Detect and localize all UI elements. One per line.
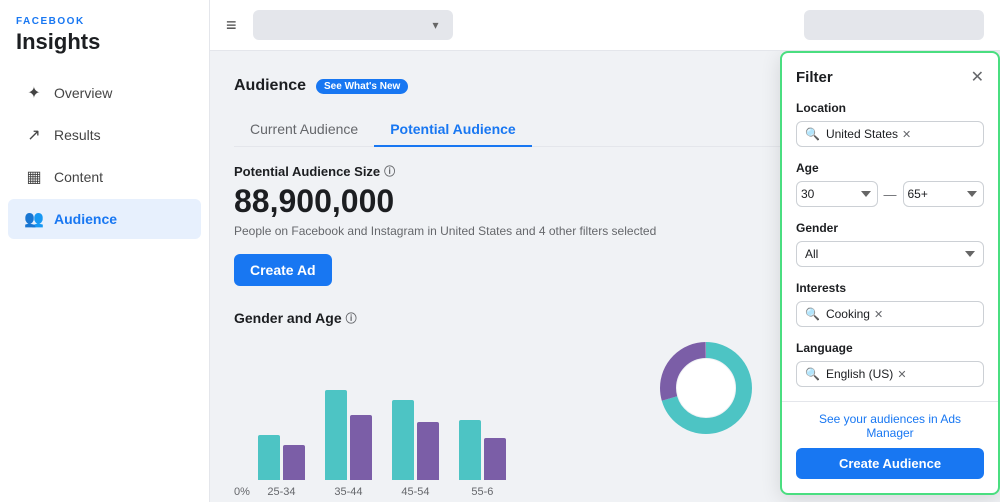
location-tag: United States ✕ [826, 127, 911, 141]
bar-group-35-44: 35-44 [325, 390, 372, 498]
bar-men-35-44 [350, 415, 372, 480]
sidebar-item-label: Results [54, 127, 101, 143]
main-area: ≡ ▾ Audience See What's New ⚙ Filter [210, 0, 1000, 502]
filter-age-row: 30 18253540 — 65+ 2434445464 [796, 181, 984, 207]
filter-location-section: Location 🔍 United States ✕ [796, 101, 984, 147]
filter-footer: See your audiences in Ads Manager Create… [782, 401, 998, 479]
filter-gender-section: Gender All Men Women [796, 221, 984, 267]
bar-label-45-54: 45-54 [401, 486, 429, 498]
age-to-select[interactable]: 65+ 2434445464 [903, 181, 985, 207]
tab-current-audience[interactable]: Current Audience [234, 113, 374, 147]
filter-close-button[interactable]: ✕ [971, 67, 984, 87]
donut-chart [656, 338, 756, 441]
search-icon: 🔍 [805, 127, 820, 141]
info-icon: ⓘ [384, 163, 395, 179]
language-search-icon: 🔍 [805, 367, 820, 381]
bar-women-25-34 [258, 435, 280, 480]
interests-tag: Cooking ✕ [826, 307, 883, 321]
bar-men-25-34 [283, 445, 305, 480]
filter-panel: Filter ✕ Location 🔍 United States ✕ Age [780, 51, 1000, 495]
content-icon: ▦ [24, 167, 44, 187]
interests-value: Cooking [826, 307, 870, 321]
overview-icon: ✦ [24, 83, 44, 103]
topbar: ≡ ▾ [210, 0, 1000, 51]
bar-groups: 25-34 35-44 45-54 [258, 390, 506, 498]
location-value: United States [826, 127, 898, 141]
location-remove-button[interactable]: ✕ [902, 128, 911, 141]
create-ad-button[interactable]: Create Ad [234, 254, 332, 286]
filter-language-section: Language 🔍 English (US) ✕ [796, 341, 984, 387]
content-area: Audience See What's New ⚙ Filter ⬇ Expor… [210, 51, 1000, 502]
brand-name: FACEBOOK [16, 16, 193, 27]
age-dash: — [884, 187, 897, 202]
interests-search-icon: 🔍 [805, 307, 820, 321]
bar-men-55-6 [484, 438, 506, 480]
audience-heading: Audience [234, 77, 306, 95]
filter-gender-label: Gender [796, 221, 984, 235]
filter-language-input[interactable]: 🔍 English (US) ✕ [796, 361, 984, 387]
bar-men-45-54 [417, 422, 439, 480]
topbar-select-wrapper: ▾ [253, 10, 439, 40]
audience-title-group: Audience See What's New [234, 77, 408, 95]
sidebar-item-overview[interactable]: ✦ Overview [8, 73, 201, 113]
interests-remove-button[interactable]: ✕ [874, 308, 883, 321]
filter-interests-section: Interests 🔍 Cooking ✕ [796, 281, 984, 327]
tab-potential-audience[interactable]: Potential Audience [374, 113, 532, 147]
sidebar-item-label: Audience [54, 211, 117, 227]
bar-label-25-34: 25-34 [267, 486, 295, 498]
language-tag: English (US) ✕ [826, 367, 907, 381]
filter-interests-label: Interests [796, 281, 984, 295]
sidebar-item-content[interactable]: ▦ Content [8, 157, 201, 197]
filter-header: Filter ✕ [796, 67, 984, 87]
date-range-selector[interactable] [804, 10, 984, 40]
sidebar-nav: ✦ Overview ↗ Results ▦ Content 👥 Audienc… [0, 71, 209, 502]
bar-label-35-44: 35-44 [334, 486, 362, 498]
filter-age-label: Age [796, 161, 984, 175]
create-audience-button[interactable]: Create Audience [796, 448, 984, 479]
sidebar-item-label: Content [54, 169, 103, 185]
language-value: English (US) [826, 367, 893, 381]
audience-icon: 👥 [24, 209, 44, 229]
sidebar-item-results[interactable]: ↗ Results [8, 115, 201, 155]
sidebar-item-label: Overview [54, 85, 112, 101]
gender-select[interactable]: All Men Women [796, 241, 984, 267]
filter-title: Filter [796, 69, 833, 86]
bar-group-55-6: 55-6 [459, 420, 506, 498]
sidebar-brand: FACEBOOK Insights [0, 0, 209, 59]
filter-location-label: Location [796, 101, 984, 115]
filter-language-label: Language [796, 341, 984, 355]
bar-women-45-54 [392, 400, 414, 480]
bar-group-45-54: 45-54 [392, 400, 439, 498]
sidebar: FACEBOOK Insights ✦ Overview ↗ Results ▦… [0, 0, 210, 502]
filter-age-section: Age 30 18253540 — 65+ 2434445464 [796, 161, 984, 207]
page-selector[interactable] [253, 10, 453, 40]
results-icon: ↗ [24, 125, 44, 145]
hamburger-icon[interactable]: ≡ [226, 15, 237, 36]
language-remove-button[interactable]: ✕ [897, 368, 906, 381]
bar-women-35-44 [325, 390, 347, 480]
y-axis-label: 0% [234, 486, 250, 498]
chart-info-icon: ⓘ [346, 310, 357, 326]
see-audiences-link[interactable]: See your audiences in Ads Manager [796, 412, 984, 440]
new-badge[interactable]: See What's New [316, 79, 408, 94]
bar-label-55-6: 55-6 [471, 486, 493, 498]
bar-group-25-34: 25-34 [258, 435, 305, 498]
sidebar-title: Insights [16, 29, 193, 55]
filter-interests-input[interactable]: 🔍 Cooking ✕ [796, 301, 984, 327]
age-from-select[interactable]: 30 18253540 [796, 181, 878, 207]
bar-women-55-6 [459, 420, 481, 480]
sidebar-item-audience[interactable]: 👥 Audience [8, 199, 201, 239]
filter-location-input[interactable]: 🔍 United States ✕ [796, 121, 984, 147]
